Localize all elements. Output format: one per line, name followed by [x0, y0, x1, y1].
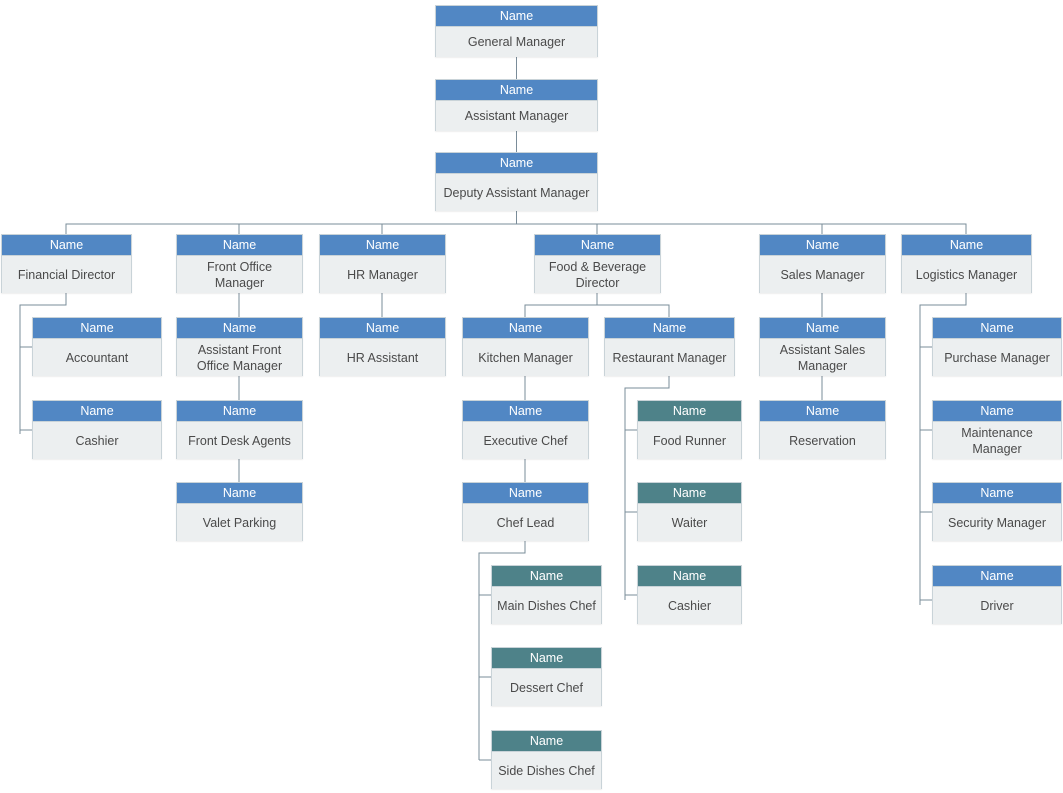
org-node-header-chef-lead: Name	[463, 483, 588, 504]
connector-line	[524, 293, 670, 317]
org-node-dessert-chef[interactable]: Name Dessert Chef	[491, 647, 602, 706]
org-node-header-executive-chef: Name	[463, 401, 588, 422]
org-node-title-financial-director: Financial Director	[2, 256, 131, 293]
org-node-food-beverage-director[interactable]: Name Food & Beverage Director	[534, 234, 661, 293]
org-node-restaurant-manager[interactable]: Name Restaurant Manager	[604, 317, 735, 376]
org-node-title-driver: Driver	[933, 587, 1061, 624]
org-chart-canvas: Name General Manager Name Assistant Manager…	[0, 0, 1063, 793]
org-node-assistant-front-office-manager[interactable]: Name Assistant Front Office Manager	[176, 317, 303, 376]
org-node-purchase-manager[interactable]: Name Purchase Manager	[932, 317, 1062, 376]
org-node-food-runner[interactable]: Name Food Runner	[637, 400, 742, 459]
org-node-title-dessert-chef: Dessert Chef	[492, 669, 601, 706]
org-node-header-food-runner: Name	[638, 401, 741, 422]
org-node-title-purchase-manager: Purchase Manager	[933, 339, 1061, 376]
org-node-title-accountant: Accountant	[33, 339, 161, 376]
org-node-front-desk-agents[interactable]: Name Front Desk Agents	[176, 400, 303, 459]
org-node-title-hr-manager: HR Manager	[320, 256, 445, 293]
org-node-header-hr-manager: Name	[320, 235, 445, 256]
org-node-general-manager[interactable]: Name General Manager	[435, 5, 598, 57]
org-node-security-manager[interactable]: Name Security Manager	[932, 482, 1062, 541]
org-node-header-accountant: Name	[33, 318, 161, 339]
org-node-header-food-beverage-director: Name	[535, 235, 660, 256]
org-node-header-restaurant-manager: Name	[605, 318, 734, 339]
connector-line	[65, 211, 518, 234]
org-node-front-office-manager[interactable]: Name Front Office Manager	[176, 234, 303, 293]
org-node-waiter[interactable]: Name Waiter	[637, 482, 742, 541]
org-node-accountant[interactable]: Name Accountant	[32, 317, 162, 376]
org-node-title-cashier-restaurant: Cashier	[638, 587, 741, 624]
org-node-chef-lead[interactable]: Name Chef Lead	[462, 482, 589, 541]
org-node-title-reservation: Reservation	[760, 422, 885, 459]
org-node-side-dishes-chef[interactable]: Name Side Dishes Chef	[491, 730, 602, 789]
org-node-title-maintenance-manager: Maintenance Manager	[933, 422, 1061, 459]
org-node-title-front-office-manager: Front Office Manager	[177, 256, 302, 293]
org-node-title-chef-lead: Chef Lead	[463, 504, 588, 541]
org-node-title-sales-manager: Sales Manager	[760, 256, 885, 293]
org-node-header-front-desk-agents: Name	[177, 401, 302, 422]
org-node-title-assistant-manager: Assistant Manager	[436, 101, 597, 131]
org-node-header-front-office-manager: Name	[177, 235, 302, 256]
org-node-title-hr-assistant: HR Assistant	[320, 339, 445, 376]
org-node-maintenance-manager[interactable]: Name Maintenance Manager	[932, 400, 1062, 459]
org-node-header-assistant-manager: Name	[436, 80, 597, 101]
org-node-header-financial-director: Name	[2, 235, 131, 256]
org-node-driver[interactable]: Name Driver	[932, 565, 1062, 624]
org-node-title-side-dishes-chef: Side Dishes Chef	[492, 752, 601, 789]
org-node-title-front-desk-agents: Front Desk Agents	[177, 422, 302, 459]
org-node-header-sales-manager: Name	[760, 235, 885, 256]
org-node-title-kitchen-manager: Kitchen Manager	[463, 339, 588, 376]
org-node-valet-parking[interactable]: Name Valet Parking	[176, 482, 303, 541]
org-node-cashier-restaurant[interactable]: Name Cashier	[637, 565, 742, 624]
org-node-hr-assistant[interactable]: Name HR Assistant	[319, 317, 446, 376]
org-node-title-logistics-manager: Logistics Manager	[902, 256, 1031, 293]
org-node-header-maintenance-manager: Name	[933, 401, 1061, 422]
org-node-header-valet-parking: Name	[177, 483, 302, 504]
org-node-hr-manager[interactable]: Name HR Manager	[319, 234, 446, 293]
org-node-assistant-sales-manager[interactable]: Name Assistant Sales Manager	[759, 317, 886, 376]
org-node-title-food-runner: Food Runner	[638, 422, 741, 459]
org-node-header-reservation: Name	[760, 401, 885, 422]
org-node-header-cashier-finance: Name	[33, 401, 161, 422]
org-node-title-assistant-sales-manager: Assistant Sales Manager	[760, 339, 885, 376]
org-node-title-assistant-front-office-manager: Assistant Front Office Manager	[177, 339, 302, 376]
org-node-cashier-finance[interactable]: Name Cashier	[32, 400, 162, 459]
org-node-header-general-manager: Name	[436, 6, 597, 27]
org-node-title-executive-chef: Executive Chef	[463, 422, 588, 459]
org-node-title-general-manager: General Manager	[436, 27, 597, 57]
org-node-title-restaurant-manager: Restaurant Manager	[605, 339, 734, 376]
org-node-deputy-assistant-manager[interactable]: Name Deputy Assistant Manager	[435, 152, 598, 211]
org-node-main-dishes-chef[interactable]: Name Main Dishes Chef	[491, 565, 602, 624]
org-node-assistant-manager[interactable]: Name Assistant Manager	[435, 79, 598, 131]
org-node-title-cashier-finance: Cashier	[33, 422, 161, 459]
org-node-header-side-dishes-chef: Name	[492, 731, 601, 752]
org-node-header-purchase-manager: Name	[933, 318, 1061, 339]
connector-line	[516, 223, 967, 234]
org-node-header-waiter: Name	[638, 483, 741, 504]
org-node-header-logistics-manager: Name	[902, 235, 1031, 256]
org-node-title-valet-parking: Valet Parking	[177, 504, 302, 541]
org-node-kitchen-manager[interactable]: Name Kitchen Manager	[462, 317, 589, 376]
org-node-sales-manager[interactable]: Name Sales Manager	[759, 234, 886, 293]
org-node-title-waiter: Waiter	[638, 504, 741, 541]
org-node-header-deputy-assistant-manager: Name	[436, 153, 597, 174]
org-node-title-food-beverage-director: Food & Beverage Director	[535, 256, 660, 293]
org-node-header-hr-assistant: Name	[320, 318, 445, 339]
org-node-header-kitchen-manager: Name	[463, 318, 588, 339]
org-node-header-dessert-chef: Name	[492, 648, 601, 669]
org-node-title-main-dishes-chef: Main Dishes Chef	[492, 587, 601, 624]
org-node-logistics-manager[interactable]: Name Logistics Manager	[901, 234, 1032, 293]
org-node-header-driver: Name	[933, 566, 1061, 587]
org-node-header-main-dishes-chef: Name	[492, 566, 601, 587]
org-node-financial-director[interactable]: Name Financial Director	[1, 234, 132, 293]
org-node-header-assistant-front-office-manager: Name	[177, 318, 302, 339]
org-node-reservation[interactable]: Name Reservation	[759, 400, 886, 459]
org-node-header-assistant-sales-manager: Name	[760, 318, 885, 339]
org-node-header-cashier-restaurant: Name	[638, 566, 741, 587]
org-node-title-deputy-assistant-manager: Deputy Assistant Manager	[436, 174, 597, 211]
org-node-title-security-manager: Security Manager	[933, 504, 1061, 541]
org-node-header-security-manager: Name	[933, 483, 1061, 504]
org-node-executive-chef[interactable]: Name Executive Chef	[462, 400, 589, 459]
